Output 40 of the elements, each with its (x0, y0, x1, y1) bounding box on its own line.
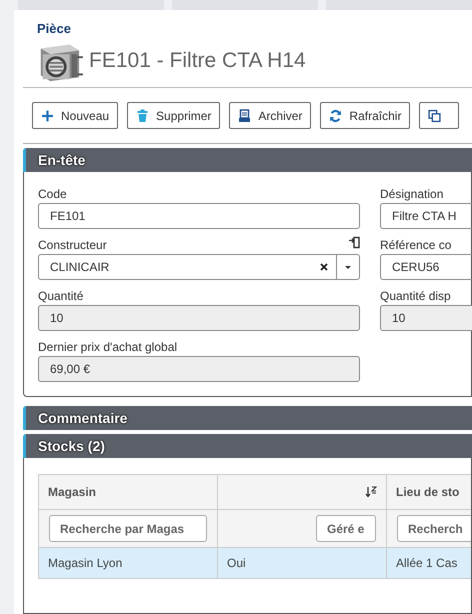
input-field[interactable]: FE101 (38, 203, 360, 229)
filter-field[interactable]: Géré e (316, 515, 376, 542)
column-header[interactable]: Magasin (48, 485, 96, 499)
plus-icon (41, 108, 54, 122)
input-field[interactable]: 69,00 € (38, 356, 360, 382)
field-label: Constructeur (38, 238, 107, 252)
sort-icon[interactable] (365, 486, 377, 498)
filter-field[interactable]: Recherche par Magas (49, 515, 207, 542)
field-label: Dernier prix d'achat global (38, 340, 178, 354)
input-field[interactable]: 10 (38, 305, 360, 331)
toolbar-button[interactable] (419, 102, 460, 129)
field-label: Désignation (380, 187, 444, 201)
combo-box[interactable]: CLINICAIR (38, 254, 360, 280)
refresh-icon (329, 108, 342, 122)
toolbar-button[interactable]: Archiver (229, 102, 312, 129)
copy-icon (428, 108, 442, 122)
field-label: Code (38, 187, 67, 201)
field-label: Quantité disp (380, 289, 451, 303)
input-field[interactable]: CERU56 (380, 254, 472, 280)
toolbar-button[interactable]: Supprimer (127, 102, 220, 129)
section-header[interactable]: En-tête (23, 148, 472, 172)
table-cell: Allée 1 Cas (386, 548, 471, 578)
breadcrumb: Pièce (36, 21, 72, 36)
caret-icon[interactable] (344, 264, 352, 270)
table-cell: Magasin Lyon (38, 548, 218, 578)
clear-icon[interactable] (320, 263, 328, 271)
filter-field[interactable]: Recherch (397, 515, 471, 542)
section-header[interactable]: Stocks (2) (23, 434, 472, 458)
page-title: FE101 - Filtre CTA H14 (89, 49, 306, 73)
toolbar-button[interactable]: Rafraîchir (320, 102, 410, 129)
section-header[interactable]: Commentaire (23, 406, 472, 430)
input-field[interactable]: Filtre CTA H (380, 203, 472, 229)
table-cell: Oui (218, 548, 386, 578)
field-label: Référence co (380, 238, 452, 252)
archive-icon (238, 108, 252, 122)
trash-icon (136, 108, 150, 122)
door-arrow-icon[interactable] (348, 236, 360, 249)
toolbar-button[interactable]: Nouveau (32, 102, 118, 129)
input-field[interactable]: 10 (380, 305, 472, 331)
field-label: Quantité (38, 289, 84, 303)
